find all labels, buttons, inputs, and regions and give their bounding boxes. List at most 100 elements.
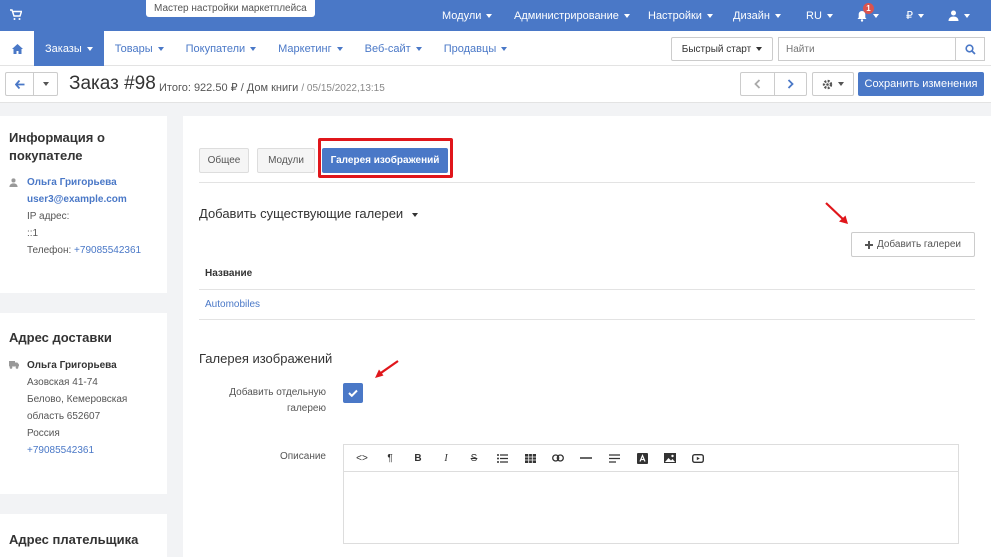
tab-label: Веб-сайт <box>364 42 411 55</box>
chevron-right-icon <box>787 79 794 89</box>
video-icon[interactable] <box>684 445 712 472</box>
shipping-line-3: область 652607 <box>27 411 101 422</box>
red-arrow-icon <box>375 360 399 378</box>
add-gallery-button[interactable]: Добавить галереи <box>851 232 975 257</box>
gallery-row-link[interactable]: Automobiles <box>205 299 260 310</box>
user-icon <box>9 178 18 187</box>
shipping-phone-link[interactable]: +79085542361 <box>27 445 94 456</box>
nav-tab-orders[interactable]: Заказы <box>34 31 104 66</box>
tab-general[interactable]: Общее <box>199 148 249 173</box>
menu-administration[interactable]: Администрирование <box>514 0 630 31</box>
menu-label: Дизайн <box>733 9 770 22</box>
billing-address-panel: Адрес плательщика <box>0 514 167 557</box>
home-icon <box>11 43 23 54</box>
table-icon[interactable] <box>516 445 544 472</box>
caret-down-icon <box>42 82 49 86</box>
currency-label: ₽ <box>906 10 913 22</box>
horizontal-rule-icon[interactable] <box>572 445 600 472</box>
menu-design[interactable]: Дизайн <box>733 0 781 31</box>
menu-settings[interactable]: Настройки <box>648 0 713 31</box>
settings-dropdown-button[interactable] <box>812 72 854 96</box>
caret-down-icon <box>706 13 713 18</box>
customer-email-row: user3@example.com <box>9 191 158 208</box>
caret-down-icon <box>918 13 924 18</box>
shipping-phone-row: +79085542361 <box>9 442 158 459</box>
caret-down-icon <box>250 46 257 51</box>
caret-down-icon <box>415 46 422 51</box>
back-button[interactable] <box>5 72 34 96</box>
paragraph-icon[interactable]: ¶ <box>376 445 404 472</box>
menu-language[interactable]: RU <box>806 0 833 31</box>
existing-galleries-toggle[interactable]: Добавить существующие галереи <box>199 206 419 221</box>
strikethrough-icon[interactable]: S <box>460 445 488 472</box>
separate-gallery-label: Добавить отдельную галерею <box>203 385 326 417</box>
truck-icon <box>9 361 19 369</box>
image-icon[interactable] <box>656 445 684 472</box>
back-dropdown-button[interactable] <box>34 72 58 96</box>
checkmark-icon <box>348 389 358 397</box>
caret-down-icon <box>838 82 844 86</box>
link-icon[interactable] <box>544 445 572 472</box>
tab-modules[interactable]: Модули <box>257 148 315 173</box>
nav-tab-website[interactable]: Веб-сайт <box>354 31 433 66</box>
font-color-icon[interactable] <box>628 445 656 472</box>
list-icon[interactable] <box>488 445 516 472</box>
caret-down-icon <box>486 13 493 18</box>
shipping-name-row: Ольга Григорьева <box>9 357 158 374</box>
customer-phone-link[interactable]: +79085542361 <box>74 245 141 256</box>
search-input[interactable] <box>778 37 955 61</box>
menu-label: RU <box>806 9 822 22</box>
tab-label: Товары <box>114 42 153 55</box>
phone-label: Телефон: <box>27 245 72 256</box>
nav-tab-vendors[interactable]: Продавцы <box>433 31 519 66</box>
shipping-line-2: Белово, Кемеровская <box>27 394 128 405</box>
tab-label: Покупатели <box>185 42 246 55</box>
home-button[interactable] <box>0 31 34 66</box>
menu-label: Модули <box>442 9 482 22</box>
description-label: Описание <box>279 451 326 462</box>
search-button[interactable] <box>955 37 985 61</box>
editor-toolbar: <> ¶ B I S <box>344 445 958 472</box>
menu-currency[interactable]: ₽ <box>906 0 924 31</box>
order-total: Итого: 922.50 ₽ / Дом книги <box>159 82 299 94</box>
user-menu[interactable] <box>948 0 970 31</box>
separate-gallery-checkbox[interactable] <box>343 383 363 403</box>
cart-icon[interactable] <box>10 9 22 21</box>
italic-icon[interactable]: I <box>432 445 460 472</box>
customer-ip-label: IP адрес: <box>27 211 70 222</box>
code-view-icon[interactable]: <> <box>348 445 376 472</box>
menu-modules[interactable]: Модули <box>442 0 493 31</box>
previous-order-button[interactable] <box>740 72 775 96</box>
customer-info-heading: Информация о покупателе <box>9 130 105 163</box>
caret-down-icon <box>157 46 164 51</box>
editor-text-area[interactable] <box>344 472 958 544</box>
customer-email-link[interactable]: user3@example.com <box>27 194 127 205</box>
caret-down-icon <box>86 46 93 51</box>
marketplace-wizard-link[interactable]: Мастер настройки маркетплейса <box>146 0 315 17</box>
customer-phone-row: Телефон: +79085542361 <box>9 242 158 259</box>
align-icon[interactable] <box>600 445 628 472</box>
customer-info-panel: Информация о покупателе Ольга Григорьева… <box>0 116 167 293</box>
quickstart-button[interactable]: Быстрый старт <box>671 37 773 61</box>
tab-label: Маркетинг <box>278 42 332 55</box>
gear-icon <box>822 79 833 89</box>
caret-down-icon <box>774 13 781 18</box>
shipping-line-1: Азовская 41-74 <box>27 377 98 388</box>
existing-galleries-title: Добавить существующие галереи <box>199 206 404 221</box>
arrow-left-icon <box>14 79 24 89</box>
bold-icon[interactable]: B <box>404 445 432 472</box>
save-changes-button[interactable]: Сохранить изменения <box>858 72 984 96</box>
nav-tab-marketing[interactable]: Маркетинг <box>267 31 353 66</box>
caret-down-icon <box>412 212 419 217</box>
quickstart-label: Быстрый старт <box>681 43 752 55</box>
description-editor: <> ¶ B I S <box>343 444 959 544</box>
notification-badge: 1 <box>863 3 874 14</box>
caret-down-icon <box>756 47 763 51</box>
nav-tab-products[interactable]: Товары <box>104 31 175 66</box>
tab-label: Продавцы <box>443 42 497 55</box>
menu-label: Настройки <box>648 9 702 22</box>
customer-name-link[interactable]: Ольга Григорьева <box>27 177 117 188</box>
nav-tab-customers[interactable]: Покупатели <box>175 31 268 66</box>
next-order-button[interactable] <box>774 72 807 96</box>
red-arrow-icon <box>825 202 848 224</box>
